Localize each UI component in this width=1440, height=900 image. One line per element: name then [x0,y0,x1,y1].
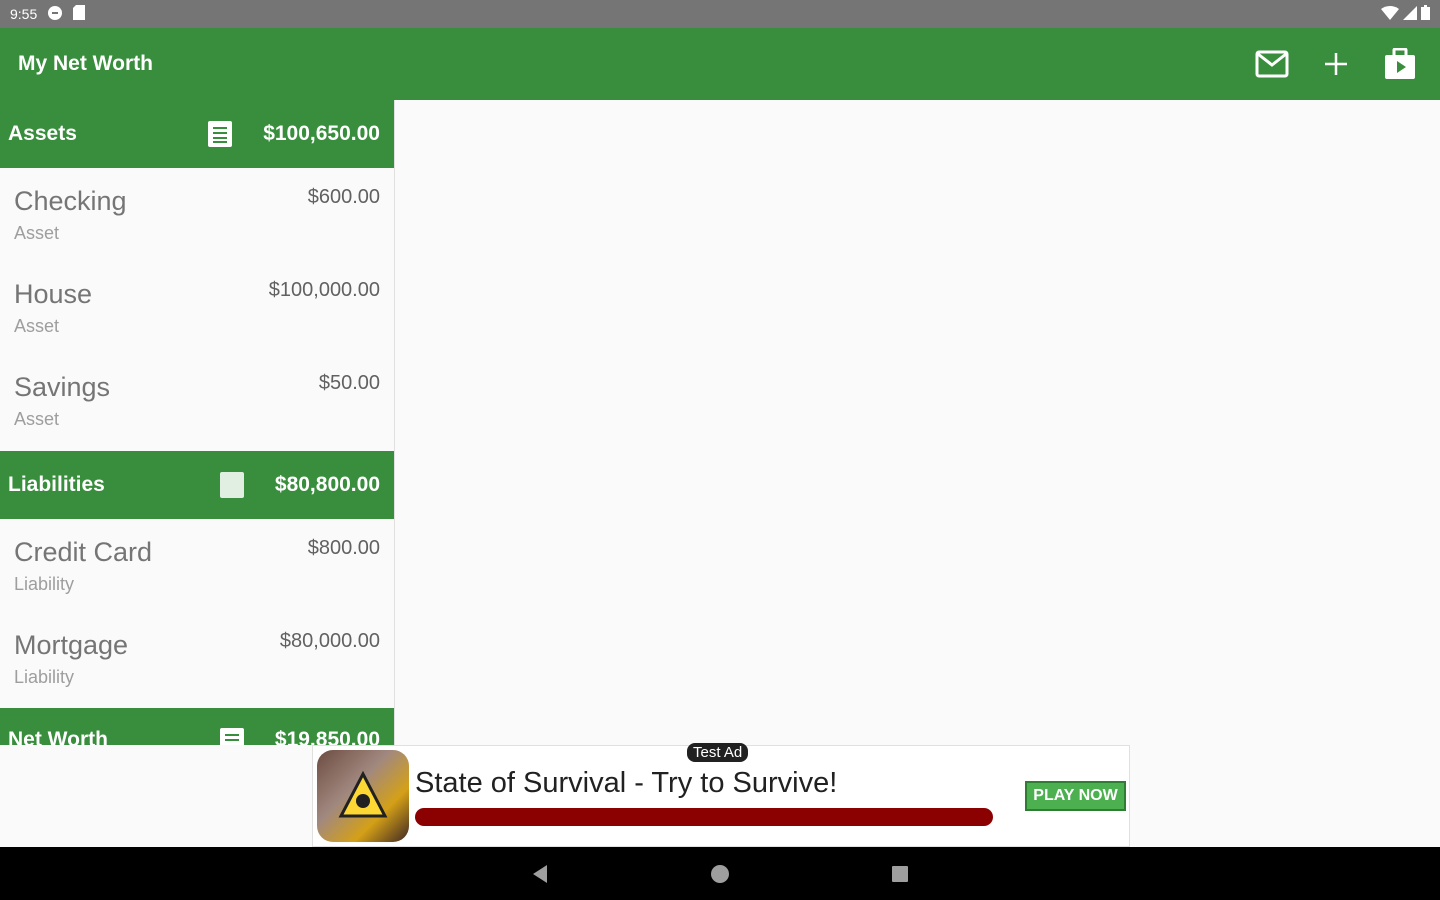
home-icon [711,864,729,883]
liabilities-header[interactable]: Liabilities $80,800.00 [0,451,394,519]
status-time: 9:55 [10,6,38,22]
list-item[interactable]: House Asset $100,000.00 [0,261,394,354]
list-item[interactable]: Credit Card Liability $800.00 [0,519,394,612]
liabilities-total: $80,800.00 [274,473,380,496]
item-value: $50.00 [318,372,380,394]
add-button[interactable] [1318,46,1354,82]
list-item[interactable]: Savings Asset $50.00 [0,354,394,447]
item-value: $600.00 [307,186,380,208]
ad-app-icon[interactable] [317,750,409,842]
ad-label: Test Ad [687,743,749,762]
item-type: Liability [14,667,75,687]
back-icon [533,864,547,883]
item-type: Asset [14,409,60,429]
item-name: Credit Card [14,537,153,567]
assets-title: Assets [8,122,77,145]
assets-header[interactable]: Assets $100,650.00 [0,100,394,168]
back-button[interactable] [525,859,555,889]
app-bar: My Net Worth [0,28,1440,100]
email-button[interactable] [1254,46,1290,82]
ad-progress-bar [415,807,993,826]
item-value: $800.00 [307,537,380,559]
home-button[interactable] [705,859,735,889]
list-item[interactable]: Mortgage Liability $80,000.00 [0,612,394,705]
status-bar: 9:55 [0,0,1440,28]
item-name: Mortgage [14,630,129,660]
sd-card-icon [73,5,86,23]
net-worth-total: $19,850.00 [274,728,380,745]
export-button[interactable] [1382,46,1418,82]
battery-icon [1421,5,1430,23]
item-name: Savings [14,372,111,402]
list-item[interactable]: Checking Asset $600.00 [0,168,394,261]
item-type: Asset [14,223,60,243]
assets-total: $100,650.00 [263,122,380,145]
mail-icon [1255,50,1289,78]
list-icon[interactable] [219,728,245,745]
plus-icon [1325,53,1347,75]
list-icon[interactable] [219,472,245,498]
item-name: Checking [14,186,127,216]
item-type: Liability [14,574,75,594]
app-title: My Net Worth [18,52,153,75]
item-value: $100,000.00 [268,279,380,301]
play-now-button[interactable]: PLAY NOW [1025,781,1126,811]
item-value: $80,000.00 [279,630,380,652]
navigation-bar [0,847,1440,900]
list-icon[interactable] [207,121,233,147]
liabilities-title: Liabilities [8,473,105,496]
notification-icon [47,5,63,24]
net-worth-title: Net Worth [8,728,108,745]
ad-title[interactable]: State of Survival - Try to Survive! [415,767,995,800]
wifi-icon [1381,5,1399,23]
accounts-list[interactable]: Assets $100,650.00 Checking Asset $600.0… [0,100,395,745]
ad-banner[interactable]: Test Ad State of Survival - Try to Survi… [312,743,1130,847]
item-type: Asset [14,316,60,336]
recents-icon [892,865,908,882]
net-worth-header[interactable]: Net Worth $19,850.00 [0,708,394,745]
item-name: House [14,279,93,309]
recents-button[interactable] [885,859,915,889]
briefcase-icon [1385,48,1415,79]
cell-signal-icon [1403,5,1417,23]
